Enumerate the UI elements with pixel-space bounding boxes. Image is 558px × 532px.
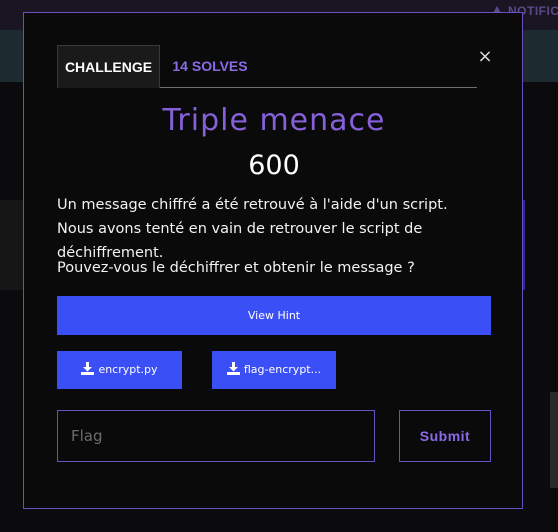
tab-solves[interactable]: 14 SOLVES [160,45,260,88]
modal-tabs: CHALLENGE 14 SOLVES [57,45,477,88]
close-icon[interactable]: × [475,47,495,67]
file-label: encrypt.py [98,363,158,376]
download-icon [81,362,95,375]
background-card [0,200,24,290]
file-label: flag-encrypt... [243,363,322,376]
submit-button[interactable]: Submit [399,410,491,462]
download-icon [226,362,240,375]
challenge-modal: × CHALLENGE 14 SOLVES Triple menace 600 … [23,12,523,509]
challenge-question: Pouvez-vous le déchiffrer et obtenir le … [57,260,415,276]
download-flag-encrypted-button[interactable]: flag-encrypt... [212,351,336,389]
challenge-points: 600 [248,150,300,181]
background-scrollbar [550,392,558,488]
view-hint-button[interactable]: View Hint [57,296,491,335]
flag-input[interactable] [57,410,375,462]
download-encrypt-py-button[interactable]: encrypt.py [57,351,182,389]
challenge-title: Triple menace [162,103,386,138]
tab-challenge[interactable]: CHALLENGE [57,45,160,88]
challenge-description: Un message chiffré a été retrouvé à l'ai… [57,197,448,261]
